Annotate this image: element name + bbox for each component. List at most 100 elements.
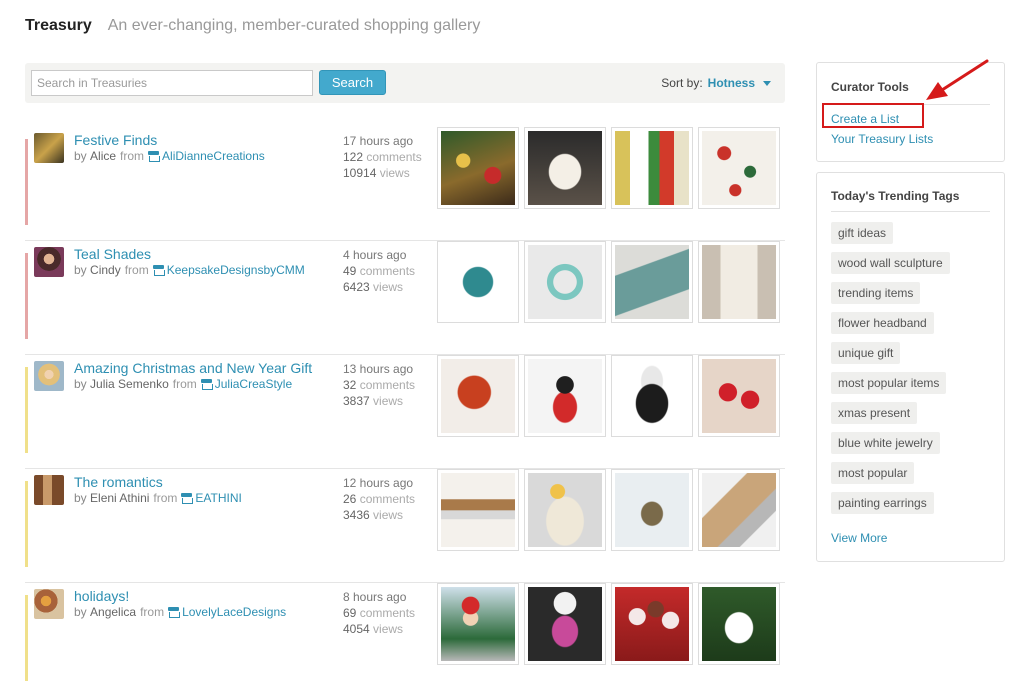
shop-icon xyxy=(181,493,194,504)
list-title-link[interactable]: holidays! xyxy=(74,588,129,604)
row-accent-bar xyxy=(25,253,28,339)
lace-angel-ornament-image xyxy=(702,587,776,661)
author-name: Alice xyxy=(90,149,117,163)
list-stats: 13 hours ago 32 comments 3837 views xyxy=(343,361,415,409)
sort-label: Sort by: xyxy=(661,76,703,90)
by-label: by xyxy=(74,263,87,277)
comments-label[interactable]: comments xyxy=(360,378,415,392)
by-label: by xyxy=(74,149,87,163)
views-label: views xyxy=(373,508,404,522)
view-more-link[interactable]: View More xyxy=(831,531,887,545)
trending-tag[interactable]: most popular items xyxy=(831,372,947,394)
from-label: from xyxy=(172,377,197,391)
shop-link[interactable]: JuliaCreaStyle xyxy=(215,377,292,391)
item-thumbnail[interactable] xyxy=(524,355,606,437)
trending-tag[interactable]: wood wall sculpture xyxy=(831,252,950,274)
shop-link[interactable]: AliDianneCreations xyxy=(162,149,265,163)
trending-tag[interactable]: painting earrings xyxy=(831,492,934,514)
item-thumbnail[interactable] xyxy=(611,583,693,665)
item-thumbnail[interactable] xyxy=(524,583,606,665)
trending-tag[interactable]: flower headband xyxy=(831,312,934,334)
trending-tag[interactable]: unique gift xyxy=(831,342,901,364)
author-name: Julia Semenko xyxy=(90,377,169,391)
shop-link[interactable]: LovelyLaceDesigns xyxy=(182,605,286,619)
item-thumbnail[interactable] xyxy=(437,583,519,665)
comments-label[interactable]: comments xyxy=(360,606,415,620)
your-treasury-lists-link[interactable]: Your Treasury Lists xyxy=(831,132,933,146)
leather-crystal-bracelet-image xyxy=(441,473,515,547)
treasury-row: Amazing Christmas and New Year Gift by J… xyxy=(25,355,785,469)
trending-tag[interactable]: most popular xyxy=(831,462,915,484)
views-count: 3436 xyxy=(343,508,370,522)
crystal-usb-drive-image xyxy=(702,473,776,547)
time-ago: 17 hours ago xyxy=(343,134,414,148)
comments-count: 26 xyxy=(343,492,357,506)
item-thumbnail[interactable] xyxy=(698,127,780,209)
chevron-down-icon[interactable] xyxy=(763,80,771,86)
sort-dropdown[interactable]: Hotness xyxy=(708,76,755,90)
trending-tag[interactable]: blue white jewelry xyxy=(831,432,940,454)
page-subtitle: An ever-changing, member-curated shoppin… xyxy=(107,17,481,34)
item-thumbnail[interactable] xyxy=(611,241,693,323)
from-label: from xyxy=(153,491,178,505)
item-thumbnail[interactable] xyxy=(524,469,606,551)
item-thumbnail[interactable] xyxy=(698,241,780,323)
item-thumbnail[interactable] xyxy=(698,469,780,551)
item-thumbnail[interactable] xyxy=(611,127,693,209)
row-accent-bar xyxy=(25,595,28,681)
item-thumbnail[interactable] xyxy=(611,469,693,551)
search-input[interactable] xyxy=(31,70,313,96)
item-thumbnail[interactable] xyxy=(698,355,780,437)
list-title-link[interactable]: The romantics xyxy=(74,474,163,490)
item-thumbnail[interactable] xyxy=(524,127,606,209)
teal-leaf-pendant-image xyxy=(441,245,515,319)
avatar[interactable] xyxy=(34,247,64,277)
views-count: 3837 xyxy=(343,394,370,408)
item-thumbnail[interactable] xyxy=(698,583,780,665)
item-thumbnail[interactable] xyxy=(437,355,519,437)
page-title: Treasury xyxy=(25,17,92,34)
item-thumbnail[interactable] xyxy=(611,355,693,437)
comments-label[interactable]: comments xyxy=(366,150,421,164)
avatar[interactable] xyxy=(34,475,64,505)
shop-link[interactable]: EATHINI xyxy=(195,491,241,505)
curator-tools-title: Curator Tools xyxy=(831,80,909,94)
time-ago: 8 hours ago xyxy=(343,590,407,604)
time-ago: 4 hours ago xyxy=(343,248,407,262)
avatar[interactable] xyxy=(34,589,64,619)
comments-count: 49 xyxy=(343,264,357,278)
comments-label[interactable]: comments xyxy=(360,492,415,506)
views-count: 4054 xyxy=(343,622,370,636)
trending-tag[interactable]: gift ideas xyxy=(831,222,894,244)
page-header: Treasury An ever-changing, member-curate… xyxy=(25,17,480,35)
shop-link[interactable]: KeepsakeDesignsbyCMM xyxy=(167,263,305,277)
item-thumbnail[interactable] xyxy=(437,469,519,551)
child-in-santa-hat-image xyxy=(441,587,515,661)
item-thumbnail[interactable] xyxy=(524,241,606,323)
shop-icon xyxy=(200,379,213,390)
item-thumbnail[interactable] xyxy=(437,127,519,209)
treasury-row: Teal Shades by Cindy from KeepsakeDesign… xyxy=(25,241,785,355)
thumbnail-strip xyxy=(437,469,780,551)
row-accent-bar xyxy=(25,367,28,453)
list-title-link[interactable]: Teal Shades xyxy=(74,246,151,262)
avatar[interactable] xyxy=(34,133,64,163)
from-label: from xyxy=(124,263,149,277)
cake-pops-image xyxy=(615,587,689,661)
list-title-link[interactable]: Festive Finds xyxy=(74,132,157,148)
list-stats: 12 hours ago 26 comments 3436 views xyxy=(343,475,415,523)
avatar[interactable] xyxy=(34,361,64,391)
comments-label[interactable]: comments xyxy=(360,264,415,278)
list-title-link[interactable]: Amazing Christmas and New Year Gift xyxy=(74,360,312,376)
white-bird-figurine-image xyxy=(528,131,602,205)
search-button[interactable]: Search xyxy=(319,70,386,95)
author-name: Cindy xyxy=(90,263,121,277)
item-thumbnail[interactable] xyxy=(437,241,519,323)
shop-icon xyxy=(152,265,165,276)
list-stats: 4 hours ago 49 comments 6423 views xyxy=(343,247,415,295)
sort-control[interactable]: Sort by: Hotness xyxy=(661,76,771,90)
row-accent-bar xyxy=(25,481,28,567)
trending-tag[interactable]: xmas present xyxy=(831,402,918,424)
trending-tag[interactable]: trending items xyxy=(831,282,921,304)
ladybug-doll-image xyxy=(528,359,602,433)
